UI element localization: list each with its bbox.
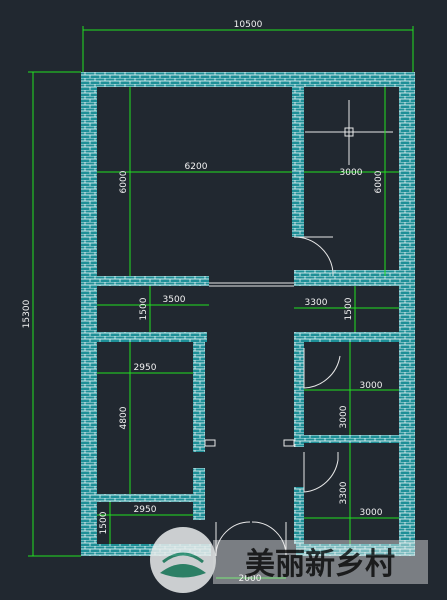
door-right-bottom	[303, 452, 339, 493]
right-wall	[399, 72, 415, 556]
lower-left-small-height-label: 1500	[99, 511, 109, 534]
exterior-walls	[81, 72, 415, 556]
corridor-left-width-label: 3500	[163, 295, 186, 305]
lower-right-divider-wall	[304, 435, 399, 443]
corridor-left-height-label: 1500	[139, 297, 149, 320]
left-wall	[81, 72, 97, 556]
upper-left-height-label: 6000	[119, 170, 129, 193]
watermark-logo	[150, 527, 216, 593]
corridor-right-width-label: 3300	[305, 298, 328, 308]
lower-right-left-wall-lower	[294, 487, 304, 544]
floor-plan: 10500 15300 6200 6000 3000 6000 3500 150…	[22, 20, 428, 593]
upper-left-bottom-wall	[97, 276, 209, 286]
upper-divider-wall	[292, 87, 304, 237]
lower-left-width-label: 2950	[134, 363, 157, 373]
watermark: 美丽新乡村	[150, 527, 428, 593]
window-right	[283, 439, 295, 447]
overall-height-label: 15300	[22, 299, 32, 328]
cad-drawing-canvas: 10500 15300 6200 6000 3000 6000 3500 150…	[0, 0, 447, 600]
lower-right-mid-height-label: 3000	[339, 405, 349, 428]
watermark-text: 美丽新乡村	[245, 547, 395, 582]
lower-left-room-right-wall	[193, 342, 205, 452]
lower-right-left-wall	[294, 342, 304, 447]
window-left	[204, 439, 216, 447]
lower-right-bottom-height-label: 3300	[339, 481, 349, 504]
corridor-lower-right-wall	[294, 332, 399, 342]
lower-left-small-width-label: 2950	[134, 505, 157, 515]
lower-left-room-right-wall-lower	[193, 468, 205, 520]
lower-right-bottom-width-label: 3000	[360, 508, 383, 518]
lower-left-height-label: 4800	[119, 406, 129, 429]
top-wall	[81, 72, 415, 87]
upper-left-width-label: 6200	[185, 162, 208, 172]
lower-right-mid-width-label: 3000	[360, 381, 383, 391]
upper-right-bottom-wall	[294, 270, 399, 286]
corridor-right-height-label: 1500	[344, 297, 354, 320]
overall-width-label: 10500	[234, 20, 263, 30]
upper-right-height-label: 6000	[374, 170, 384, 193]
corridor-lower-left-wall	[97, 332, 207, 342]
door-right-mid	[303, 348, 341, 389]
upper-right-width-label: 3000	[340, 168, 363, 178]
lower-left-divider-wall	[97, 494, 193, 502]
